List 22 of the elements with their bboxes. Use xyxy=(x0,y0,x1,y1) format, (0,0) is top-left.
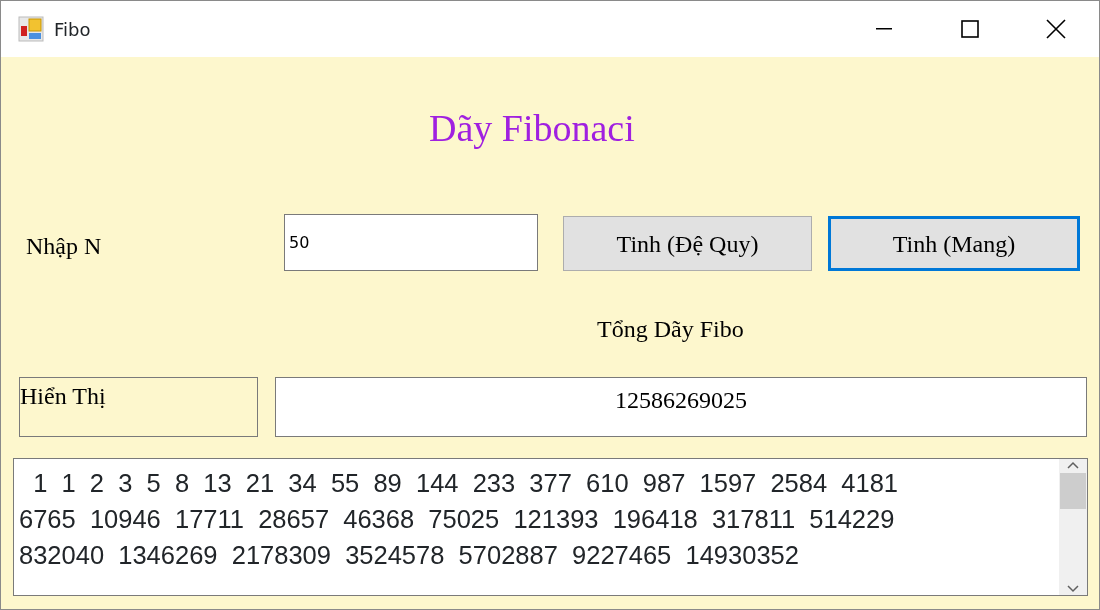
input-field[interactable]: 50 xyxy=(284,214,538,271)
output-line: 832040 1346269 2178309 3524578 5702887 9227465 14930352 xyxy=(19,540,800,571)
window-title: Fibo xyxy=(54,17,91,42)
input-label: Nhập N xyxy=(26,232,103,261)
display-label: Hiển Thị xyxy=(20,383,106,409)
maximize-icon xyxy=(961,20,979,38)
calculate-button[interactable]: Tinh (Đệ Quy) xyxy=(563,216,812,271)
close-icon xyxy=(1046,19,1066,39)
minimize-icon xyxy=(876,28,892,30)
sum-label: Tổng Dãy Fibo xyxy=(597,315,744,344)
output-line: 1 1 2 3 5 8 13 21 34 55 89 144 233 377 610 987 1597 2584 4181 xyxy=(32,468,900,499)
sum-field[interactable]: 12586269025 xyxy=(275,377,1087,437)
sum-value: 12586269025 xyxy=(615,386,747,415)
scrollbar-thumb[interactable] xyxy=(1060,473,1086,509)
scrollbar[interactable] xyxy=(1059,459,1087,595)
calculate-button[interactable]: Tinh (Mang) xyxy=(828,216,1080,271)
form-heading: Dãy Fibonaci xyxy=(429,106,635,151)
output-line: 6765 10946 17711 28657 46368 75025 121393 196418 317811 514229 xyxy=(19,504,896,535)
output-text-area[interactable]: 1 1 2 3 5 8 13 21 34 55 89 144 233 377 610 987 1597 2584 4181 6765 10946 17711 28657 46368 75025 121393 196418 317811 514229 832040 1346269 2178309 3524578 5702887 9227465 14930352 xyxy=(13,458,1088,596)
app-icon xyxy=(18,16,44,42)
scroll-down-icon xyxy=(1067,585,1079,593)
scroll-up-icon xyxy=(1067,461,1079,469)
